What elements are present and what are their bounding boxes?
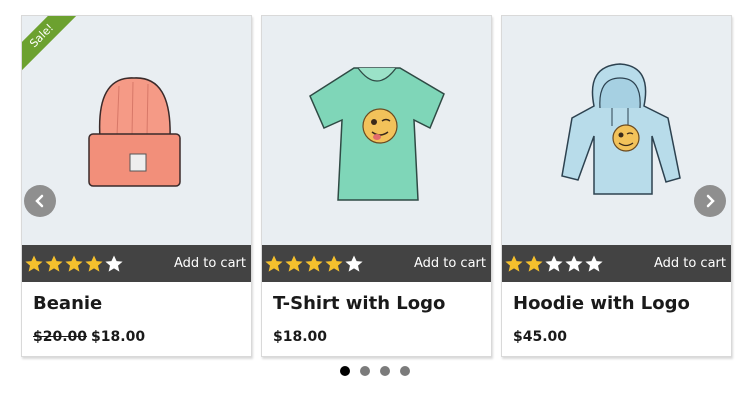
star-rating <box>264 254 364 274</box>
product-card[interactable]: Sale! Add to cart Beanie $20.00 $18.00 <box>21 15 252 357</box>
star-filled-icon <box>525 255 543 272</box>
product-title[interactable]: Hoodie with Logo <box>513 293 690 314</box>
star-empty-icon <box>105 255 123 272</box>
star-filled-icon <box>505 255 523 272</box>
carousel-dot[interactable] <box>380 366 390 376</box>
star-filled-icon <box>25 255 43 272</box>
original-price: $20.00 <box>33 329 88 345</box>
star-filled-icon <box>65 255 83 272</box>
product-action-bar: Add to cart <box>502 245 731 282</box>
product-image[interactable]: Sale! <box>22 16 251 245</box>
star-rating <box>24 254 124 274</box>
star-filled-icon <box>45 255 63 272</box>
product-card[interactable]: Add to cart T-Shirt with Logo $18.00 <box>261 15 492 357</box>
star-empty-icon <box>585 255 603 272</box>
product-image[interactable] <box>262 16 491 245</box>
carousel-pagination <box>340 366 410 376</box>
product-price: $20.00 $18.00 <box>33 329 145 345</box>
add-to-cart-button[interactable]: Add to cart <box>174 256 246 272</box>
star-filled-icon <box>265 255 283 272</box>
price: $18.00 <box>273 329 328 345</box>
carousel-dot[interactable] <box>360 366 370 376</box>
carousel-dot[interactable] <box>340 366 350 376</box>
product-action-bar: Add to cart <box>262 245 491 282</box>
product-price: $45.00 <box>513 329 567 345</box>
sale-price: $18.00 <box>91 329 146 345</box>
star-filled-icon <box>325 255 343 272</box>
product-title[interactable]: T-Shirt with Logo <box>273 293 445 314</box>
star-filled-icon <box>85 255 103 272</box>
add-to-cart-button[interactable]: Add to cart <box>654 256 726 272</box>
carousel-prev-button[interactable] <box>24 185 56 217</box>
price: $45.00 <box>513 329 568 345</box>
product-action-bar: Add to cart <box>22 245 251 282</box>
star-empty-icon <box>565 255 583 272</box>
star-rating <box>504 254 604 274</box>
beanie-hat-icon <box>88 77 181 187</box>
chevron-left-icon <box>35 194 44 208</box>
product-card[interactable]: Add to cart Hoodie with Logo $45.00 <box>501 15 732 357</box>
add-to-cart-button[interactable]: Add to cart <box>414 256 486 272</box>
tshirt-icon <box>309 67 445 201</box>
product-price: $18.00 <box>273 329 327 345</box>
product-title[interactable]: Beanie <box>33 293 102 314</box>
star-filled-icon <box>305 255 323 272</box>
star-empty-icon <box>345 255 363 272</box>
chevron-right-icon <box>706 194 715 208</box>
carousel-next-button[interactable] <box>694 185 726 217</box>
star-empty-icon <box>545 255 563 272</box>
star-filled-icon <box>285 255 303 272</box>
carousel-dot[interactable] <box>400 366 410 376</box>
